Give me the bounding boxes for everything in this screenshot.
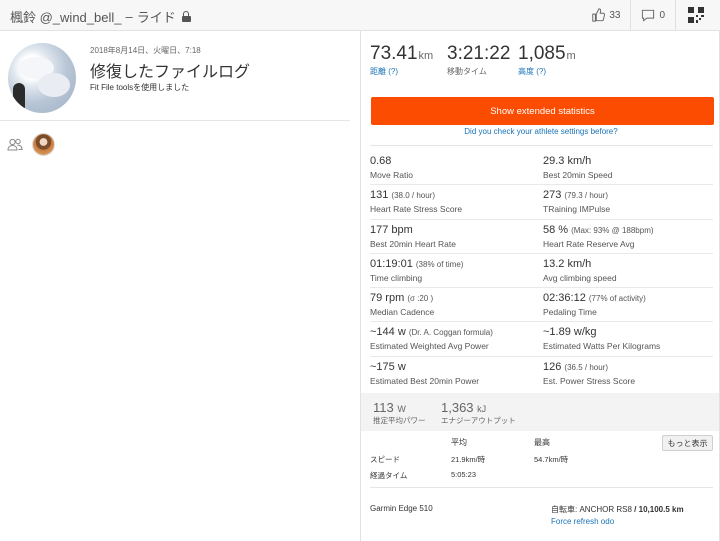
elevation-help-link[interactable]: (?) — [536, 67, 546, 76]
kudos-button[interactable]: 33 — [581, 0, 632, 30]
stats-row: 01:19:01 (38% of time) Time climbing 13.2… — [370, 254, 713, 289]
row-label-speed: スピード — [370, 455, 400, 464]
comments-button[interactable]: 0 — [631, 0, 676, 30]
divider — [0, 120, 350, 121]
stat-best-20min-power: ~175 w Estimated Best 20min Power — [370, 360, 480, 386]
activity-header: 楓鈴 @_wind_bell_ – ライド 33 0 — [0, 0, 720, 31]
distance-help-link[interactable]: (?) — [388, 67, 398, 76]
show-extended-statistics-button[interactable]: Show extended statistics — [371, 97, 714, 125]
bike-info: 自転車: ANCHOR RS8 / 10,100.5 km — [551, 505, 684, 514]
activity-details-panel: 2018年8月14日、火曜日、7:18 修復したファイルログ Fit File … — [0, 31, 360, 541]
stats-row: 0.68 Move Ratio 29.3 km/h Best 20min Spe… — [370, 151, 713, 186]
power-summary: 113 W 推定平均パワー 1,363 kJ エナジーアウトプット — [361, 393, 720, 431]
speed-avg: 21.9km/時 — [451, 455, 486, 464]
stat-watts-per-kg: ~1.89 w/kg Estimated Watts Per Kilograms — [543, 326, 661, 352]
device-name: Garmin Edge 510 — [370, 504, 433, 513]
stat-hr-reserve: 58 % (Max: 93% @ 188bpm) Heart Rate Reser… — [543, 223, 654, 249]
header-title: 楓鈴 @_wind_bell_ – ライド — [10, 7, 191, 26]
distance-stat: 73.41km 距離 (?) — [370, 43, 433, 77]
stat-best-20min-hr: 177 bpm Best 20min Heart Rate — [370, 223, 456, 249]
activity-title: 修復したファイルログ — [90, 64, 251, 81]
stat-hr-stress-score: 131 (38.0 / hour) Heart Rate Stress Score — [370, 189, 463, 215]
bike-name[interactable]: ANCHOR RS8 — [579, 505, 631, 514]
activity-description: Fit File toolsを使用しました — [90, 83, 190, 92]
distance-label[interactable]: 距離 — [370, 67, 386, 76]
avg-power-stat: 113 W 推定平均パワー — [373, 400, 426, 425]
bike-odometer: 10,100.5 km — [638, 505, 684, 514]
athlete-avatar[interactable] — [8, 43, 76, 113]
distance-unit: km — [418, 50, 434, 62]
comment-count: 0 — [659, 9, 665, 21]
lock-icon — [181, 11, 191, 22]
stat-median-cadence: 79 rpm (σ :20 ) Median Cadence — [370, 292, 435, 318]
elevation-label[interactable]: 高度 — [518, 67, 534, 76]
elevation-unit: m — [566, 50, 576, 62]
stat-best-20min-speed: 29.3 km/h Best 20min Speed — [543, 155, 613, 180]
stat-avg-climbing-speed: 13.2 km/h Avg climbing speed — [543, 257, 617, 283]
elevation-value: 1,085 — [518, 43, 566, 64]
thumbs-up-icon — [592, 8, 606, 22]
row-label-elapsed-time: 経過タイム — [370, 471, 408, 480]
stats-row: 177 bpm Best 20min Heart Rate 58 % (Max:… — [370, 220, 713, 254]
stats-row: 79 rpm (σ :20 ) Median Cadence 02:36:12 (… — [370, 288, 713, 323]
col-header-avg: 平均 — [451, 438, 467, 447]
qr-code-icon[interactable] — [688, 7, 704, 23]
stat-pedaling-time: 02:36:12 (77% of activity) Pedaling Time — [543, 292, 646, 318]
header-actions: 33 0 — [581, 0, 720, 30]
stats-row: ~144 w (Dr. A. Coggan formula) Estimated … — [370, 322, 713, 357]
stats-panel: 73.41km 距離 (?) 3:21:22 移動タイム 1,085m 高度 (… — [360, 31, 720, 541]
stat-power-stress-score: 126 (36.5 / hour) Est. Power Stress Score — [543, 360, 636, 386]
show-more-button[interactable]: もっと表示 — [662, 435, 713, 451]
activity-date: 2018年8月14日、火曜日、7:18 — [90, 46, 201, 55]
athlete-name[interactable]: 楓鈴 @_wind_bell_ — [10, 7, 121, 26]
stat-weighted-avg-power: ~144 w (Dr. A. Coggan formula) Estimated … — [370, 326, 493, 352]
moving-time-stat: 3:21:22 移動タイム — [447, 43, 510, 77]
divider — [370, 145, 713, 146]
athlete-settings-link[interactable]: Did you check your athlete settings befo… — [361, 127, 720, 136]
stats-row: ~175 w Estimated Best 20min Power 126 (3… — [370, 357, 713, 391]
summary-stats: 73.41km 距離 (?) 3:21:22 移動タイム 1,085m 高度 (… — [361, 43, 720, 83]
stats-row: 131 (38.0 / hour) Heart Rate Stress Score… — [370, 185, 713, 220]
stat-move-ratio: 0.68 Move Ratio — [370, 155, 413, 180]
stat-trimp: 273 (79.3 / hour) TRaining IMPulse — [543, 189, 611, 215]
group-icon — [7, 138, 23, 151]
stat-time-climbing: 01:19:01 (38% of time) Time climbing — [370, 257, 464, 283]
moving-time-label: 移動タイム — [447, 67, 487, 76]
moving-time-value: 3:21:22 — [447, 43, 511, 64]
elevation-stat: 1,085m 高度 (?) — [518, 43, 576, 77]
col-header-max: 最高 — [534, 438, 550, 447]
kudos-count: 33 — [609, 9, 621, 21]
comment-icon — [642, 9, 655, 22]
activity-type: ライド — [136, 10, 176, 25]
distance-value: 73.41 — [370, 43, 418, 64]
divider — [370, 487, 713, 488]
elapsed-time-avg: 5:05:23 — [451, 470, 477, 479]
title-separator: – — [125, 9, 133, 24]
extended-stats-grid: 0.68 Move Ratio 29.3 km/h Best 20min Spe… — [370, 151, 713, 391]
force-refresh-odo-link[interactable]: Force refresh odo — [551, 517, 614, 526]
energy-output-stat: 1,363 kJ エナジーアウトプット — [441, 400, 516, 425]
group-member-avatar[interactable] — [32, 133, 55, 156]
speed-max: 54.7km/時 — [534, 455, 569, 464]
